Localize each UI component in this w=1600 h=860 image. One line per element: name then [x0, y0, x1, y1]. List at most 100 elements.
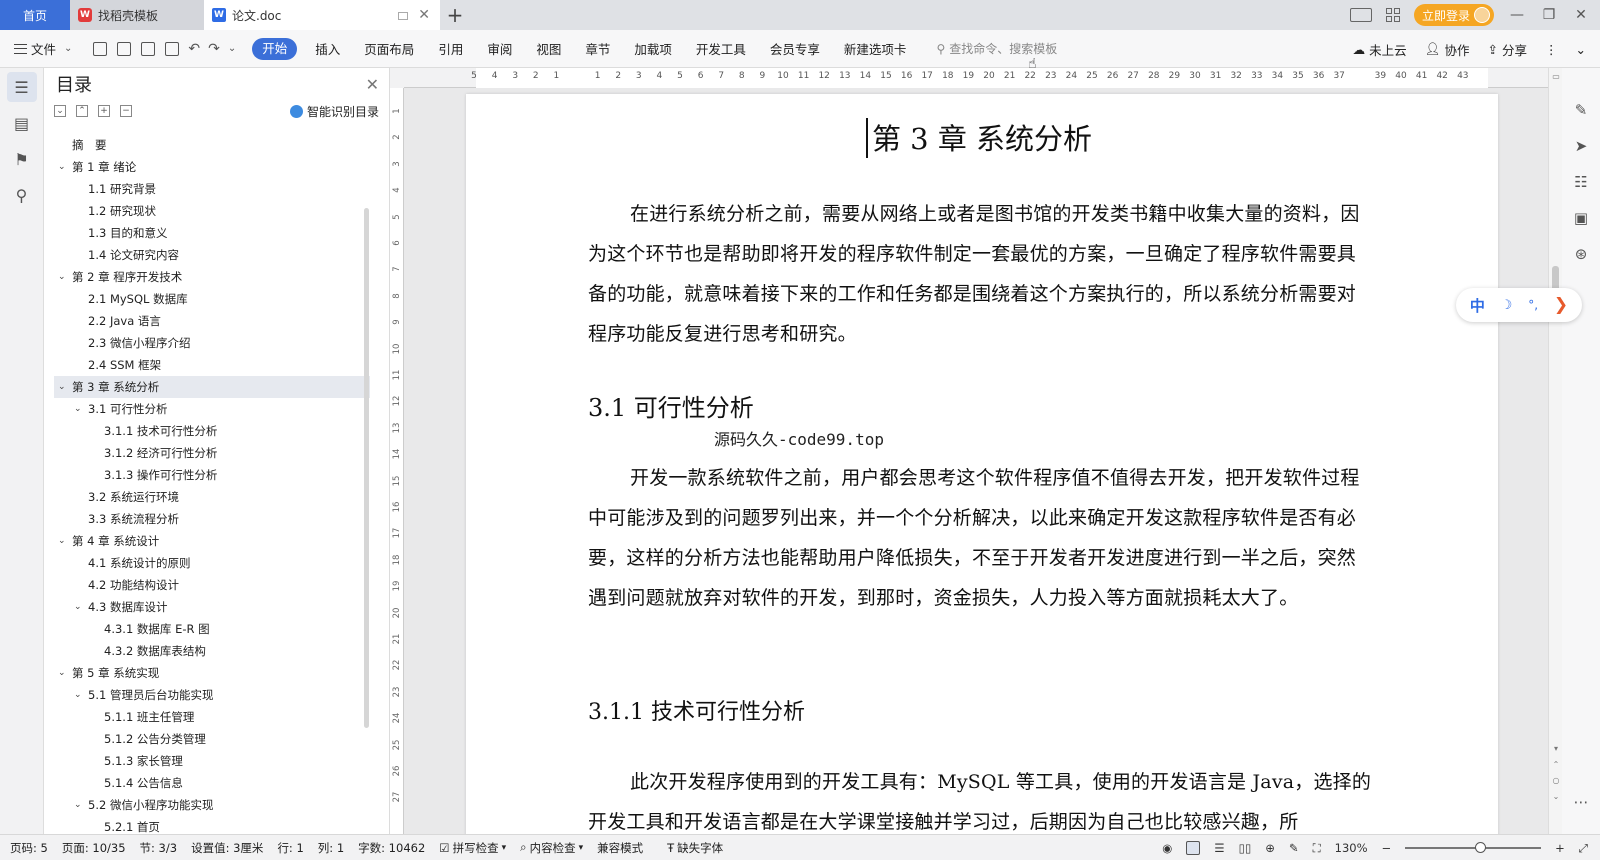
pointer-icon[interactable]: ➤ [1562, 128, 1600, 164]
toc-item[interactable]: 3.1.3 操作可行性分析 [54, 464, 370, 486]
login-button[interactable]: 立即登录 [1413, 4, 1494, 26]
more-icon[interactable]: ⋮ [1545, 42, 1558, 57]
punctuation-icon[interactable]: °, [1528, 298, 1538, 312]
web-view-icon[interactable]: ⊕ [1265, 841, 1275, 855]
status-words[interactable]: 字数: 10462 [358, 840, 425, 856]
toc-item[interactable]: ⌄ 5.1 管理员后台功能实现 [54, 684, 370, 706]
toc-expand-icon[interactable]: ⌄ [58, 156, 66, 178]
print-preview-icon[interactable] [165, 41, 180, 56]
zoom-in-icon[interactable]: + [1555, 841, 1565, 855]
toc-item[interactable]: 4.1 系统设计的原则 [54, 552, 370, 574]
status-section[interactable]: 节: 3/3 [140, 840, 178, 856]
command-search[interactable]: ⚲ 查找命令、搜索模板 [936, 40, 1057, 57]
status-col[interactable]: 列: 1 [318, 840, 344, 856]
tab-review[interactable]: 审阅 [475, 39, 524, 58]
subsection-title[interactable]: 3.1.1 技术可行性分析 [588, 694, 805, 726]
share-button[interactable]: ⇪ 分享 [1488, 40, 1528, 59]
toc-icon[interactable]: ☰ [6, 72, 37, 102]
horizontal-ruler[interactable]: 5 4 3 2 1 1 2 3 4 5 6 7 8 9 10 11 12 13 14 15 16 17 18 19 20 21 22… [404, 68, 1548, 88]
toc-item[interactable]: 5.2.1 首页 [54, 816, 370, 834]
eye-protect-icon[interactable]: ◉ [1162, 841, 1172, 855]
toc-item[interactable]: 3.1.2 经济可行性分析 [54, 442, 370, 464]
export-pdf-icon[interactable] [117, 41, 132, 56]
outline-view-icon[interactable]: ☰ [1214, 841, 1224, 855]
status-page[interactable]: 页面: 10/35 [62, 840, 126, 856]
zoom-out-icon[interactable]: − [1382, 841, 1392, 855]
tab-new[interactable]: 新建选项卡 [832, 39, 919, 58]
toc-item[interactable]: ⌄ 第 5 章 系统实现 [54, 662, 370, 684]
toc-expand-icon[interactable]: ⌄ [58, 662, 66, 684]
more-tools-icon[interactable]: ⋯ [1562, 784, 1600, 820]
missing-font-button[interactable]: Ŧ 缺失字体 [667, 840, 723, 856]
toc-item[interactable]: ⌄ 3.1 可行性分析 [54, 398, 370, 420]
toc-item[interactable]: ⌄ 第 1 章 绪论 [54, 156, 370, 178]
tab-home[interactable]: 首页 [0, 0, 70, 30]
restore-icon[interactable]: ❐ [1540, 7, 1558, 23]
pen-icon[interactable]: ✎ [1562, 92, 1600, 128]
section-title[interactable]: 3.1 可行性分析 [588, 388, 754, 423]
toc-expand-icon[interactable]: ⌄ [58, 530, 66, 552]
apps-grid-icon[interactable] [1385, 8, 1400, 22]
compass-icon[interactable]: ⊛ [1562, 236, 1600, 272]
browse-object-icon[interactable]: ○ [1551, 776, 1561, 785]
toc-item[interactable]: ⌄ 第 4 章 系统设计 [54, 530, 370, 552]
tab-page-layout[interactable]: 页面布局 [352, 39, 426, 58]
undo-icon[interactable]: ↶ [188, 41, 200, 57]
status-page-code[interactable]: 页码: 5 [10, 840, 48, 856]
expand-all-icon[interactable]: ⌄ [54, 105, 66, 117]
document-page[interactable]: 第 3 章 系统分析 在进行系统分析之前，需要从网络上或者是图书馆的开发类书籍中… [466, 94, 1498, 834]
toc-item[interactable]: 5.1.2 公告分类管理 [54, 728, 370, 750]
tab-template[interactable]: W 找稻壳模板 [70, 0, 204, 30]
read-view-icon[interactable]: ▯▯ [1239, 841, 1252, 855]
vertical-ruler[interactable]: 1 2 3 4 5 6 7 8 9 10 11 12 13 14 15 16 17 18 19 20 21 22 23 24 2… [390, 88, 404, 834]
toc-scrollbar[interactable] [364, 208, 369, 728]
chapter-nav-icon[interactable]: ▤ [7, 108, 37, 138]
tab-member[interactable]: 会员专享 [758, 39, 832, 58]
minimize-icon[interactable]: — [1508, 7, 1526, 23]
prev-page-icon[interactable]: ⌃ [1551, 760, 1561, 769]
toc-item[interactable]: ⌄ 第 2 章 程序开发技术 [54, 266, 370, 288]
zoom-knob[interactable] [1475, 842, 1487, 853]
toc-item[interactable]: 2.4 SSM 框架 [54, 354, 370, 376]
split-icon[interactable]: ▭ [1551, 72, 1561, 81]
toc-item[interactable]: 4.3.1 数据库 E-R 图 [54, 618, 370, 640]
ime-toolbar[interactable]: 中 ☽ °, ❯ [1456, 288, 1582, 322]
toc-item[interactable]: ⌄ 4.3 数据库设计 [54, 596, 370, 618]
collapse-all-icon[interactable]: ⌃ [76, 105, 88, 117]
tab-view[interactable]: 视图 [524, 39, 573, 58]
redo-icon[interactable]: ↷ [208, 41, 220, 57]
status-setting[interactable]: 设置值: 3厘米 [191, 840, 263, 856]
spell-check-button[interactable]: ☑ 拼写检查 ▾ [439, 840, 506, 856]
tab-chapter[interactable]: 章节 [573, 39, 622, 58]
write-view-icon[interactable]: ✎ [1289, 841, 1299, 855]
scroll-down-icon[interactable]: ▾ [1551, 744, 1561, 753]
toc-expand-icon[interactable]: ⌄ [58, 376, 66, 398]
toc-expand-icon[interactable]: ⌄ [58, 266, 66, 288]
toc-item[interactable]: 4.3.2 数据库表结构 [54, 640, 370, 662]
tab-addins[interactable]: 加载项 [622, 39, 684, 58]
collapse-ribbon-icon[interactable]: ⌄ [1576, 42, 1586, 57]
status-row[interactable]: 行: 1 [277, 840, 303, 856]
toc-item[interactable]: 2.1 MySQL 数据库 [54, 288, 370, 310]
chapter-title[interactable]: 第 3 章 系统分析 [466, 116, 1498, 158]
toc-item[interactable]: 3.1.1 技术可行性分析 [54, 420, 370, 442]
toc-item[interactable]: 5.1.1 班主任管理 [54, 706, 370, 728]
print-icon[interactable] [141, 41, 156, 56]
paragraph-1[interactable]: 在进行系统分析之前，需要从网络上或者是图书馆的开发类书籍中收集大量的资料，因为这… [588, 194, 1374, 354]
page-view-icon[interactable] [1186, 841, 1201, 855]
customize-icon[interactable]: ⌄ [228, 43, 236, 54]
toc-item[interactable]: 1.1 研究背景 [54, 178, 370, 200]
save-icon[interactable] [93, 41, 108, 56]
tab-developer[interactable]: 开发工具 [684, 39, 758, 58]
toc-item[interactable]: ⌄ 5.2 微信小程序功能实现 [54, 794, 370, 816]
close-tab-icon[interactable]: ✕ [418, 7, 430, 23]
toc-item[interactable]: 5.1.4 公告信息 [54, 772, 370, 794]
float-window-icon[interactable] [398, 12, 408, 20]
image-icon[interactable]: ▣ [1562, 200, 1600, 236]
toc-item[interactable]: 2.2 Java 语言 [54, 310, 370, 332]
expand-arrow-icon[interactable]: ❯ [1554, 295, 1568, 315]
paragraph-2[interactable]: 开发一款系统软件之前，用户都会思考这个软件程序值不值得去开发，把开发软件过程中可… [588, 458, 1374, 618]
find-icon[interactable]: ⚲ [7, 180, 37, 210]
file-menu-button[interactable]: 文件 ⌄ [14, 39, 76, 58]
fit-page-icon[interactable]: ⛶ [1313, 841, 1321, 856]
